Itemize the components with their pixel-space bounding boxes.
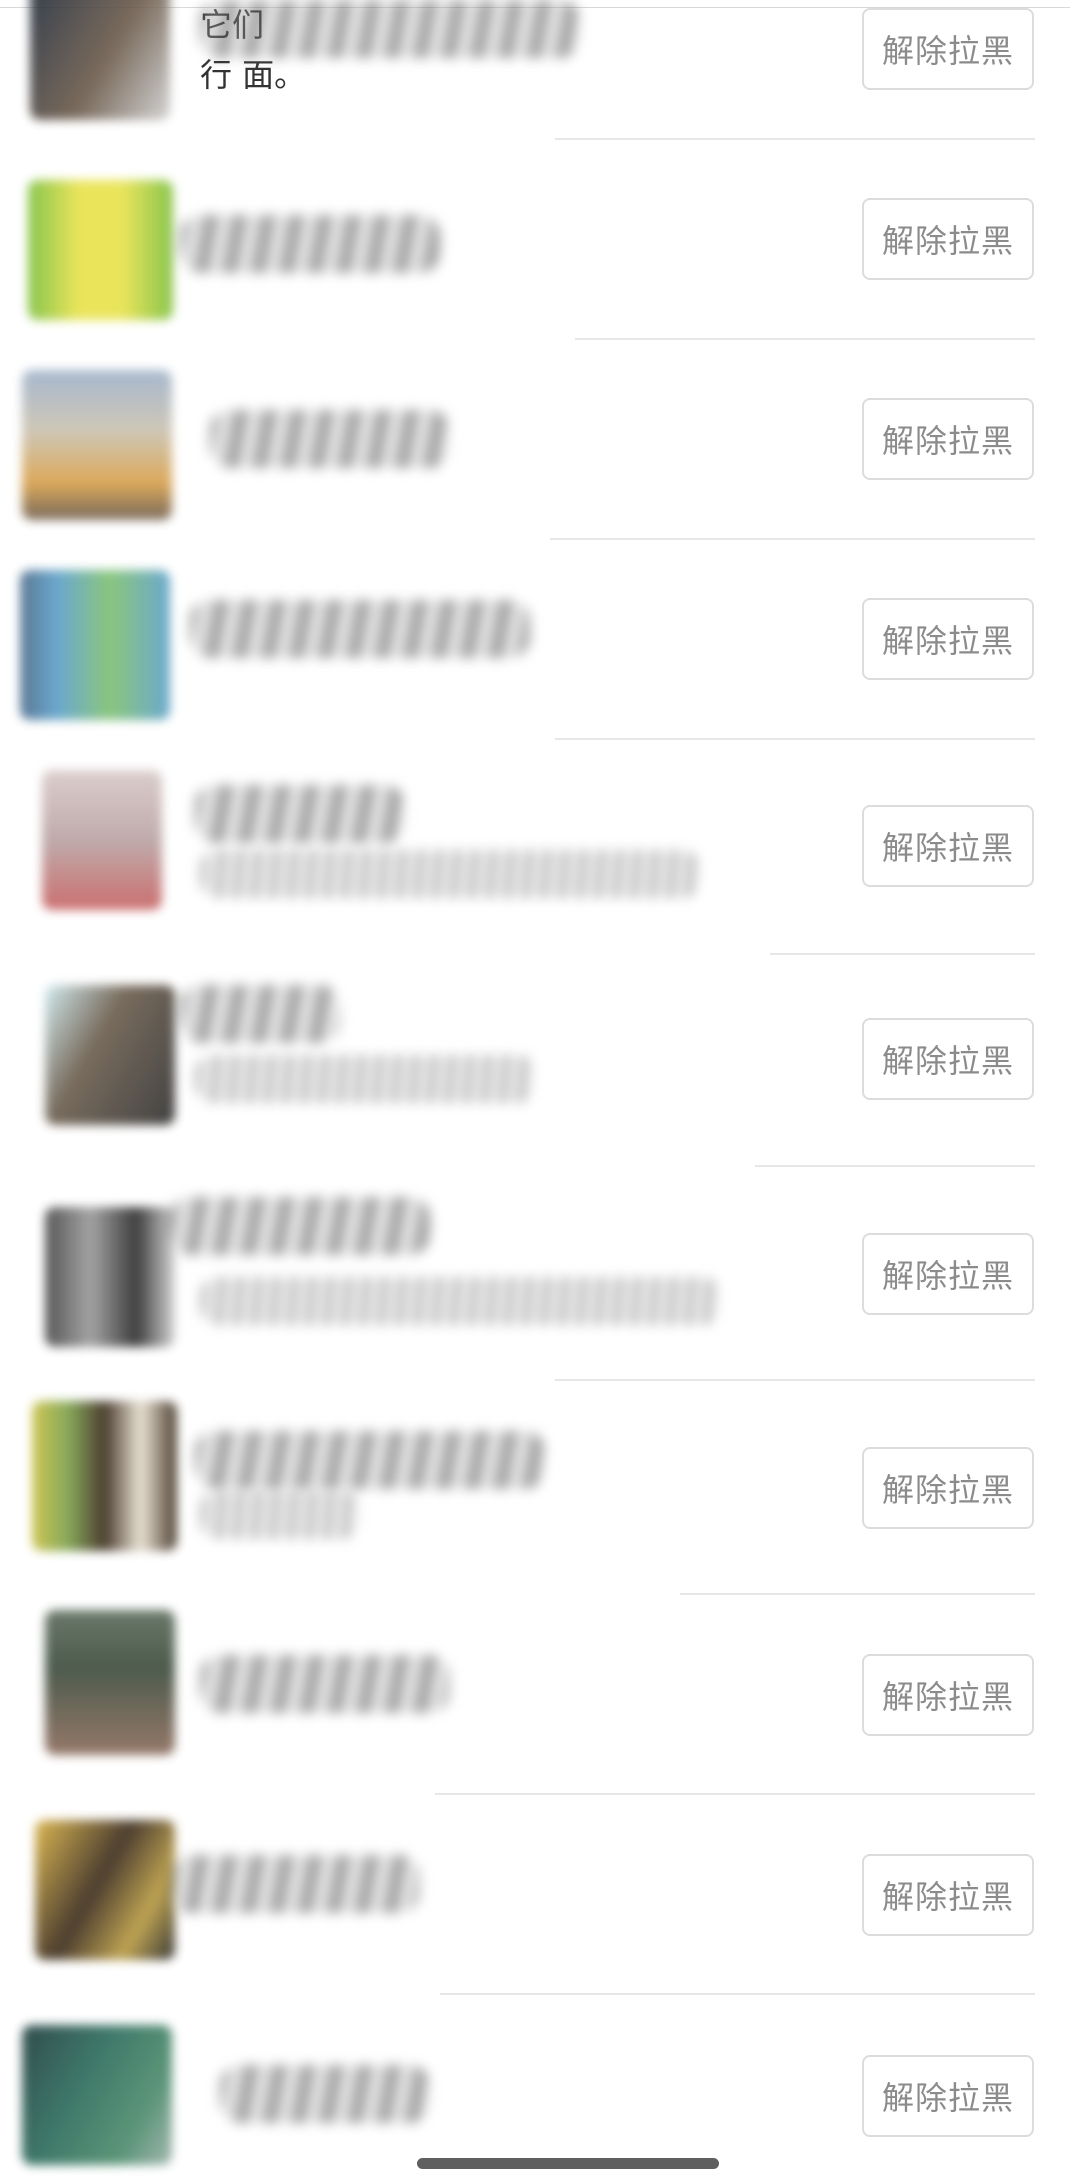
blurred-name [195,1431,545,1489]
avatar[interactable] [45,1207,175,1347]
list-item: 解除拉黑 [0,740,1070,955]
list-item: 解除拉黑 [0,340,1070,540]
avatar[interactable] [42,770,162,910]
blurred-name [190,600,530,658]
avatar[interactable] [28,180,173,320]
blurred-bio [195,1055,535,1103]
unblock-button[interactable]: 解除拉黑 [862,1233,1034,1315]
unblock-button[interactable]: 解除拉黑 [862,1018,1034,1100]
avatar[interactable] [30,0,170,120]
unblock-button[interactable]: 解除拉黑 [862,8,1034,90]
blurred-name [200,0,580,58]
avatar[interactable] [35,1820,175,1960]
list-item: 解除拉黑 [0,140,1070,340]
list-item: 它们 行 面。 解除拉黑 [0,0,1070,140]
unblock-button[interactable]: 解除拉黑 [862,598,1034,680]
unblock-button[interactable]: 解除拉黑 [862,805,1034,887]
blurred-bio [200,1277,720,1325]
blurred-bio [200,850,700,898]
avatar[interactable] [20,570,170,720]
avatar[interactable] [45,1610,175,1755]
blurred-name [210,410,450,468]
blocked-users-screen: 它们 行 面。 解除拉黑 解除拉黑 解除拉黑 解除拉黑 解除拉黑 [0,0,1070,2179]
avatar[interactable] [32,1401,177,1551]
blurred-name [220,2065,430,2123]
list-item: 解除拉黑 [0,955,1070,1167]
avatar[interactable] [45,985,175,1125]
list-item: 解除拉黑 [0,1167,1070,1381]
blurred-name [180,985,340,1043]
home-indicator[interactable] [417,2158,719,2169]
list-item: 解除拉黑 [0,540,1070,740]
blurred-name [195,785,405,843]
list-item: 解除拉黑 [0,1995,1070,2179]
blurred-name [200,1655,450,1713]
unblock-button[interactable]: 解除拉黑 [862,1654,1034,1736]
unblock-button[interactable]: 解除拉黑 [862,1447,1034,1529]
blurred-bio [200,1491,360,1539]
blurred-name [170,1197,430,1255]
unblock-button[interactable]: 解除拉黑 [862,2055,1034,2137]
avatar[interactable] [22,2025,172,2165]
unblock-button[interactable]: 解除拉黑 [862,1854,1034,1936]
list-item: 解除拉黑 [0,1381,1070,1595]
avatar[interactable] [22,370,172,520]
unblock-button[interactable]: 解除拉黑 [862,198,1034,280]
unblock-button[interactable]: 解除拉黑 [862,398,1034,480]
list-item: 解除拉黑 [0,1795,1070,1995]
blurred-name [170,1855,420,1913]
list-item: 解除拉黑 [0,1595,1070,1795]
blurred-name [180,215,440,273]
